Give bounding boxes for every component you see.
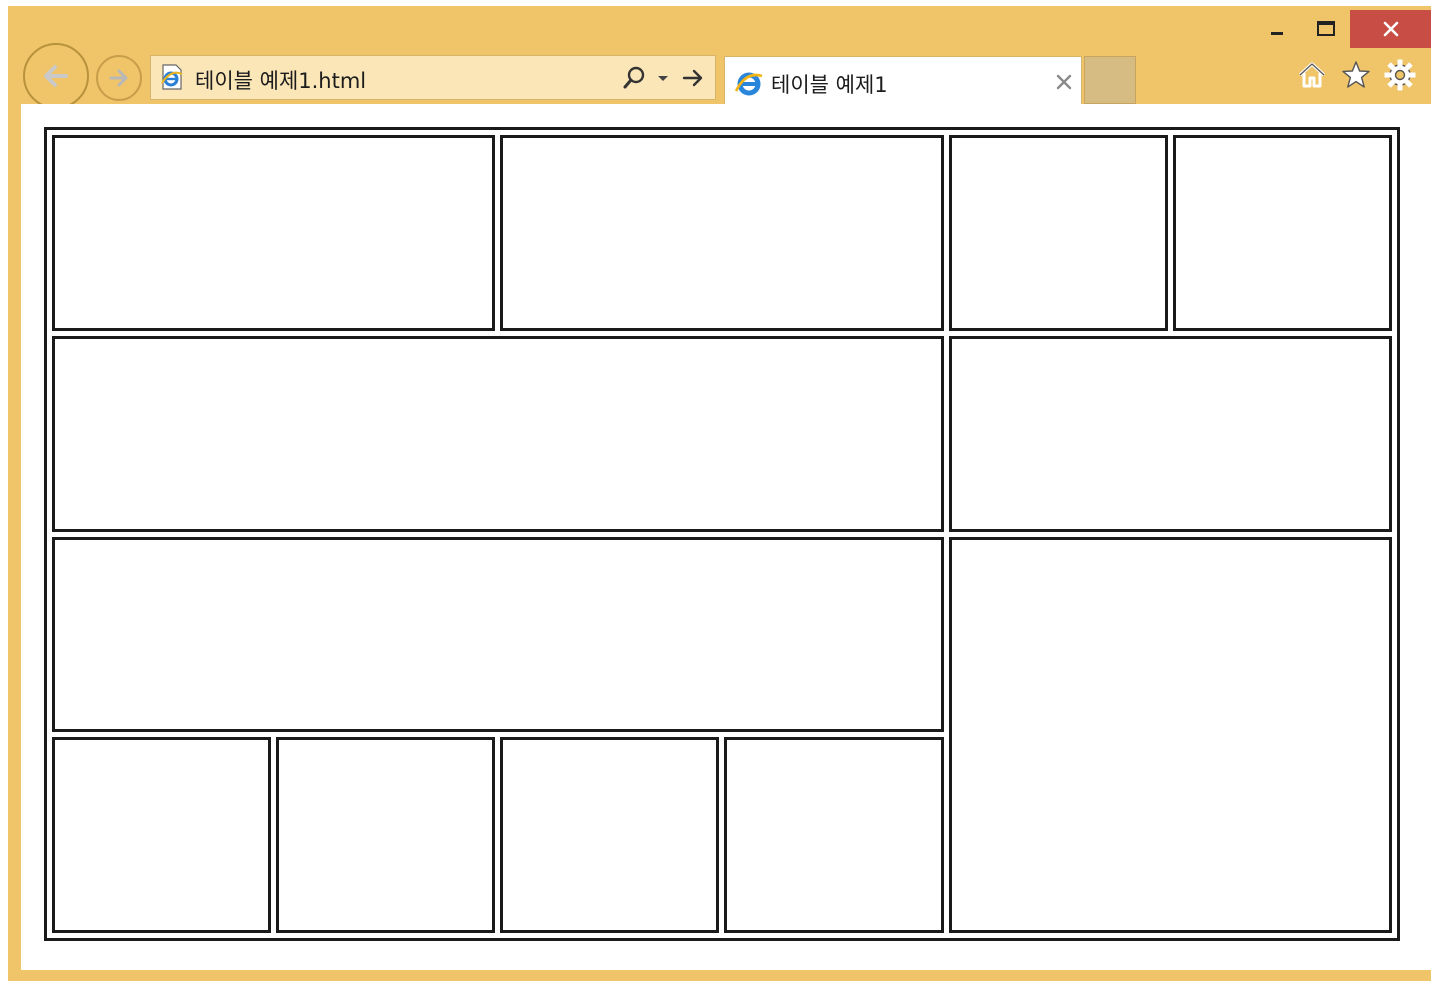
tab-title: 테이블 예제1 — [771, 73, 888, 97]
table-row — [52, 335, 1392, 532]
table-row — [52, 135, 1392, 331]
table-cell — [500, 737, 720, 933]
back-button[interactable] — [23, 43, 89, 109]
ie-page-icon — [161, 64, 183, 90]
table-cell — [1172, 135, 1392, 331]
table-cell — [948, 135, 1168, 331]
go-icon[interactable] — [681, 66, 705, 90]
close-icon — [1383, 21, 1398, 37]
close-window-button[interactable] — [1350, 10, 1431, 48]
new-tab-button[interactable] — [1084, 56, 1136, 104]
back-icon — [44, 65, 68, 87]
table-cell — [52, 737, 272, 933]
table-cell — [52, 135, 496, 331]
forward-icon — [109, 69, 128, 87]
table-cell — [724, 737, 944, 933]
table-cell — [276, 737, 496, 933]
address-url[interactable]: 테이블 예제1.html — [195, 65, 366, 95]
browser-window: 테이블 예제1.html 테이블 예제1 — [8, 6, 1431, 981]
forward-button[interactable] — [96, 55, 142, 101]
maximize-button[interactable] — [1307, 10, 1345, 48]
dropdown-icon[interactable] — [656, 71, 670, 85]
home-icon[interactable] — [1296, 59, 1328, 91]
table-row — [52, 536, 1392, 933]
page-viewport — [21, 104, 1431, 970]
demo-table — [44, 127, 1400, 941]
ie-logo-icon — [734, 72, 763, 96]
table-cell — [52, 536, 944, 733]
table-cell — [948, 536, 1392, 933]
star-icon[interactable] — [1340, 59, 1372, 91]
table-cell — [500, 135, 944, 331]
minimize-icon — [1271, 32, 1283, 35]
search-icon[interactable] — [621, 65, 647, 91]
browser-tab[interactable]: 테이블 예제1 — [724, 56, 1082, 106]
table-cell — [948, 335, 1392, 532]
address-bar[interactable]: 테이블 예제1.html — [150, 55, 716, 100]
table-cell — [52, 335, 944, 532]
maximize-icon — [1317, 21, 1335, 36]
minimize-button[interactable] — [1258, 10, 1296, 48]
gear-icon[interactable] — [1384, 59, 1416, 91]
tab-close-icon[interactable] — [1053, 71, 1075, 93]
